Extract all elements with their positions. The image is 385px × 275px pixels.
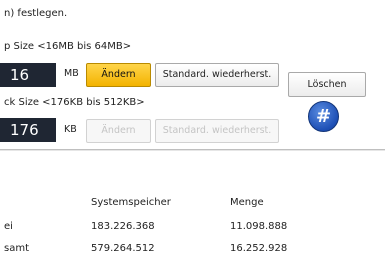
setting2-reset-button: Standard. wiederherst.	[155, 119, 279, 143]
setting1-label: p Size <16MB bis 64MB>	[4, 41, 132, 52]
hash-button[interactable]: #	[308, 101, 339, 132]
row2-menge: 16.252.928	[230, 243, 288, 254]
row1-label: ei	[4, 221, 13, 232]
column-header-systemspeicher: Systemspeicher	[91, 197, 171, 208]
divider-shadow	[0, 150, 385, 151]
setting2-change-button: Ändern	[86, 119, 151, 143]
setting1-value-field[interactable]: 16	[0, 63, 56, 87]
setting2-label: ck Size <176KB bis 512KB>	[4, 97, 145, 108]
row2-systemspeicher: 579.264.512	[91, 243, 155, 254]
setting1-reset-button[interactable]: Standard. wiederherst.	[155, 63, 279, 87]
setting1-change-button[interactable]: Ändern	[86, 63, 151, 87]
row1-systemspeicher: 183.226.368	[91, 221, 155, 232]
setting1-unit: MB	[64, 68, 79, 79]
delete-button[interactable]: Löschen	[288, 72, 366, 97]
setting2-unit: KB	[64, 124, 77, 135]
instruction-text: n) festlegen.	[4, 8, 68, 19]
setting2-value-field[interactable]: 176	[0, 118, 56, 142]
row1-menge: 11.098.888	[230, 221, 288, 232]
row2-label: samt	[4, 243, 29, 254]
column-header-menge: Menge	[230, 197, 264, 208]
